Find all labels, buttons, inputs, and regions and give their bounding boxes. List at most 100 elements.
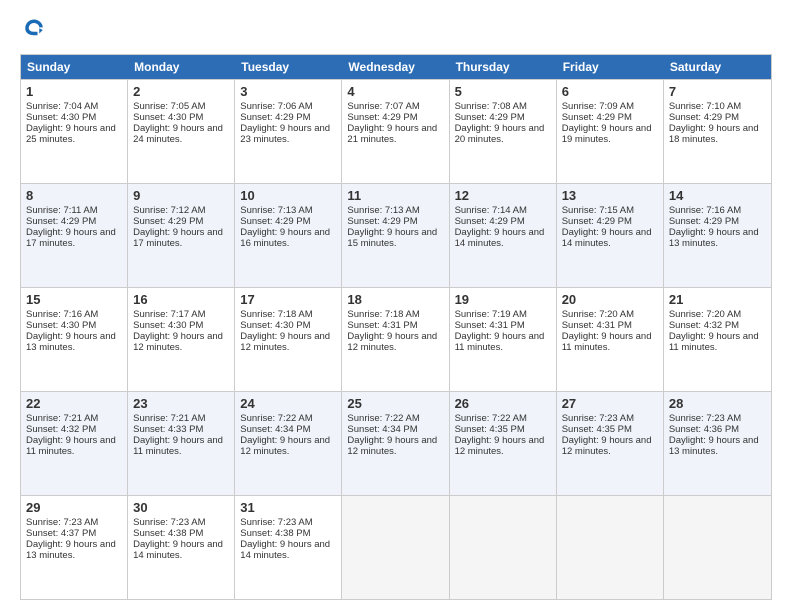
daylight: Daylight: 9 hours and 14 minutes.: [455, 227, 545, 249]
day-cell: 21Sunrise: 7:20 AMSunset: 4:32 PMDayligh…: [664, 288, 771, 391]
sunset: Sunset: 4:29 PM: [347, 112, 417, 123]
sunset: Sunset: 4:29 PM: [562, 112, 632, 123]
daylight: Daylight: 9 hours and 13 minutes.: [26, 331, 116, 353]
day-cell: 5Sunrise: 7:08 AMSunset: 4:29 PMDaylight…: [450, 80, 557, 183]
daylight: Daylight: 9 hours and 12 minutes.: [133, 331, 223, 353]
day-cell: 8 Sunrise: 7:11 AMSunset: 4:29 PMDaylight…: [21, 184, 128, 287]
day-number: 23: [133, 396, 229, 411]
sunrise: Sunrise: 7:19 AM: [455, 309, 527, 320]
calendar-row: 1Sunrise: 7:04 AMSunset: 4:30 PMDaylight…: [21, 79, 771, 183]
sunrise: Sunrise: 7:16 AM: [26, 309, 98, 320]
day-number: 11: [347, 188, 443, 203]
empty-cell: [664, 496, 771, 599]
day-number: 21: [669, 292, 766, 307]
sunrise: Sunrise: 7:17 AM: [133, 309, 205, 320]
header-day: Thursday: [450, 55, 557, 79]
sunset: Sunset: 4:32 PM: [26, 424, 96, 435]
empty-cell: [342, 496, 449, 599]
sunset: Sunset: 4:30 PM: [240, 320, 310, 331]
sunset: Sunset: 4:34 PM: [240, 424, 310, 435]
sunrise: Sunrise: 7:18 AM: [347, 309, 419, 320]
day-cell: 11Sunrise: 7:13 AMSunset: 4:29 PMDayligh…: [342, 184, 449, 287]
day-number: 9: [133, 188, 229, 203]
daylight: Daylight: 9 hours and 19 minutes.: [562, 123, 652, 145]
sunrise: Sunrise: 7:11 AM: [26, 205, 98, 216]
sunrise: Sunrise: 7:22 AM: [240, 413, 312, 424]
day-cell: 2Sunrise: 7:05 AMSunset: 4:30 PMDaylight…: [128, 80, 235, 183]
daylight: Daylight: 9 hours and 12 minutes.: [562, 435, 652, 457]
page: SundayMondayTuesdayWednesdayThursdayFrid…: [0, 0, 792, 612]
sunrise: Sunrise: 7:07 AM: [347, 101, 419, 112]
day-cell: 13Sunrise: 7:15 AMSunset: 4:29 PMDayligh…: [557, 184, 664, 287]
day-number: 6: [562, 84, 658, 99]
empty-cell: [450, 496, 557, 599]
sunset: Sunset: 4:31 PM: [562, 320, 632, 331]
daylight: Daylight: 9 hours and 12 minutes.: [455, 435, 545, 457]
day-cell: 9Sunrise: 7:12 AMSunset: 4:29 PMDaylight…: [128, 184, 235, 287]
sunset: Sunset: 4:29 PM: [347, 216, 417, 227]
day-number: 25: [347, 396, 443, 411]
day-cell: 6 Sunrise: 7:09 AMSunset: 4:29 PMDaylight…: [557, 80, 664, 183]
sunset: Sunset: 4:29 PM: [240, 112, 310, 123]
sunrise: Sunrise: 7:23 AM: [26, 517, 98, 528]
day-number: 13: [562, 188, 658, 203]
day-number: 12: [455, 188, 551, 203]
header: [20, 16, 772, 44]
calendar-row: 22Sunrise: 7:21 AMSunset: 4:32 PMDayligh…: [21, 391, 771, 495]
sunrise: Sunrise: 7:06 AM: [240, 101, 312, 112]
day-number: 17: [240, 292, 336, 307]
daylight: Daylight: 9 hours and 17 minutes.: [133, 227, 223, 249]
day-number: 1: [26, 84, 122, 99]
day-cell: 15Sunrise: 7:16 AMSunset: 4:30 PMDayligh…: [21, 288, 128, 391]
day-number: 24: [240, 396, 336, 411]
daylight: Daylight: 9 hours and 15 minutes.: [347, 227, 437, 249]
day-cell: 31Sunrise: 7:23 AMSunset: 4:38 PMDayligh…: [235, 496, 342, 599]
day-cell: 17Sunrise: 7:18 AMSunset: 4:30 PMDayligh…: [235, 288, 342, 391]
sunrise: Sunrise: 7:05 AM: [133, 101, 205, 112]
daylight: Daylight: 9 hours and 12 minutes.: [347, 331, 437, 353]
day-cell: 29Sunrise: 7:23 AMSunset: 4:37 PMDayligh…: [21, 496, 128, 599]
day-number: 5: [455, 84, 551, 99]
sunrise: Sunrise: 7:13 AM: [240, 205, 312, 216]
day-cell: 1Sunrise: 7:04 AMSunset: 4:30 PMDaylight…: [21, 80, 128, 183]
daylight: Daylight: 9 hours and 21 minutes.: [347, 123, 437, 145]
header-day: Sunday: [21, 55, 128, 79]
sunset: Sunset: 4:35 PM: [455, 424, 525, 435]
sunrise: Sunrise: 7:09 AM: [562, 101, 634, 112]
sunrise: Sunrise: 7:04 AM: [26, 101, 98, 112]
daylight: Daylight: 9 hours and 24 minutes.: [133, 123, 223, 145]
day-number: 30: [133, 500, 229, 515]
daylight: Daylight: 9 hours and 11 minutes.: [562, 331, 652, 353]
sunset: Sunset: 4:29 PM: [240, 216, 310, 227]
sunset: Sunset: 4:30 PM: [26, 320, 96, 331]
sunset: Sunset: 4:30 PM: [133, 320, 203, 331]
daylight: Daylight: 9 hours and 13 minutes.: [26, 539, 116, 561]
sunrise: Sunrise: 7:23 AM: [562, 413, 634, 424]
day-cell: 24Sunrise: 7:22 AMSunset: 4:34 PMDayligh…: [235, 392, 342, 495]
sunset: Sunset: 4:29 PM: [26, 216, 96, 227]
sunrise: Sunrise: 7:22 AM: [455, 413, 527, 424]
day-cell: 16Sunrise: 7:17 AMSunset: 4:30 PMDayligh…: [128, 288, 235, 391]
day-cell: 18Sunrise: 7:18 AMSunset: 4:31 PMDayligh…: [342, 288, 449, 391]
logo: [20, 16, 52, 44]
daylight: Daylight: 9 hours and 18 minutes.: [669, 123, 759, 145]
sunset: Sunset: 4:33 PM: [133, 424, 203, 435]
sunrise: Sunrise: 7:12 AM: [133, 205, 205, 216]
day-number: 27: [562, 396, 658, 411]
header-day: Wednesday: [342, 55, 449, 79]
daylight: Daylight: 9 hours and 11 minutes.: [133, 435, 223, 457]
sunset: Sunset: 4:29 PM: [455, 112, 525, 123]
daylight: Daylight: 9 hours and 23 minutes.: [240, 123, 330, 145]
sunset: Sunset: 4:29 PM: [669, 216, 739, 227]
day-number: 8: [26, 188, 122, 203]
sunset: Sunset: 4:29 PM: [455, 216, 525, 227]
day-cell: 20Sunrise: 7:20 AMSunset: 4:31 PMDayligh…: [557, 288, 664, 391]
calendar-row: 8Sunrise: 7:11 AMSunset: 4:29 PMDaylight…: [21, 183, 771, 287]
daylight: Daylight: 9 hours and 13 minutes.: [669, 435, 759, 457]
daylight: Daylight: 9 hours and 13 minutes.: [669, 227, 759, 249]
day-number: 10: [240, 188, 336, 203]
daylight: Daylight: 9 hours and 11 minutes.: [455, 331, 545, 353]
daylight: Daylight: 9 hours and 17 minutes.: [26, 227, 116, 249]
day-cell: 19Sunrise: 7:19 AMSunset: 4:31 PMDayligh…: [450, 288, 557, 391]
day-number: 2: [133, 84, 229, 99]
